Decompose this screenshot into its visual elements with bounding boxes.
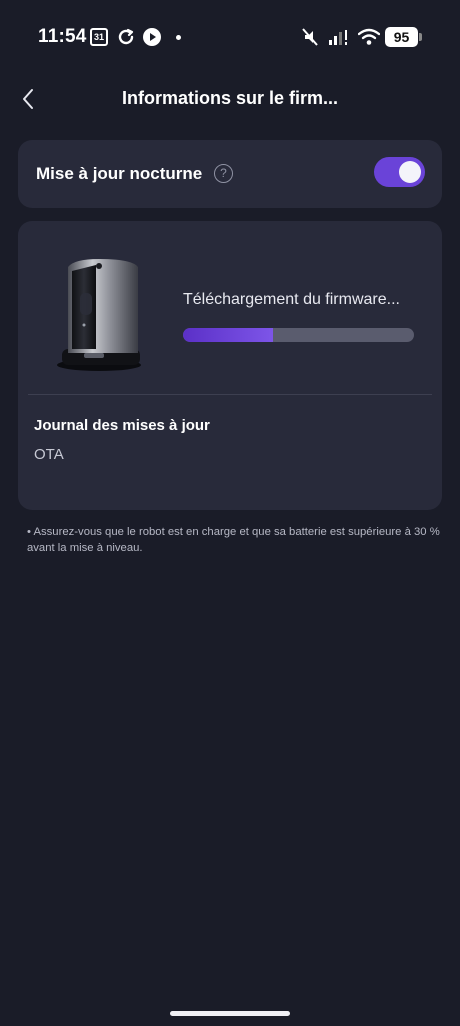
download-status: Téléchargement du firmware... [183,291,400,308]
night-update-label: Mise à jour nocturne [36,164,203,183]
robot-image [57,259,141,371]
notification-dot-icon [176,35,181,40]
sync-icon [118,28,134,45]
firmware-card: Téléchargement du firmware... Journal de… [18,221,442,510]
charging-notice: • Assurez-vous que le robot est en charg… [27,526,440,554]
download-progress-bar [183,328,414,342]
update-log-title: Journal des mises à jour [34,417,210,434]
play-icon [143,28,161,46]
toggle-knob [399,161,421,183]
mute-icon [302,28,318,46]
status-time: 11:54 [38,26,87,47]
night-update-card: Mise à jour nocturne ? [18,140,442,208]
home-indicator[interactable] [170,1011,290,1016]
wifi-icon [358,28,380,45]
signal-icon [329,30,347,45]
page-title: Informations sur le firm... [121,88,339,108]
battery-icon: 95 [385,27,422,47]
help-icon[interactable]: ? [214,164,233,183]
calendar-icon: 31 [90,28,108,46]
status-bar: 11:54 31 95 [0,0,460,75]
night-update-toggle[interactable] [374,157,425,187]
header: Informations sur le firm... [0,75,460,123]
update-log-entry[interactable]: OTA [34,446,64,463]
download-progress-fill [183,328,274,342]
divider [28,394,432,395]
